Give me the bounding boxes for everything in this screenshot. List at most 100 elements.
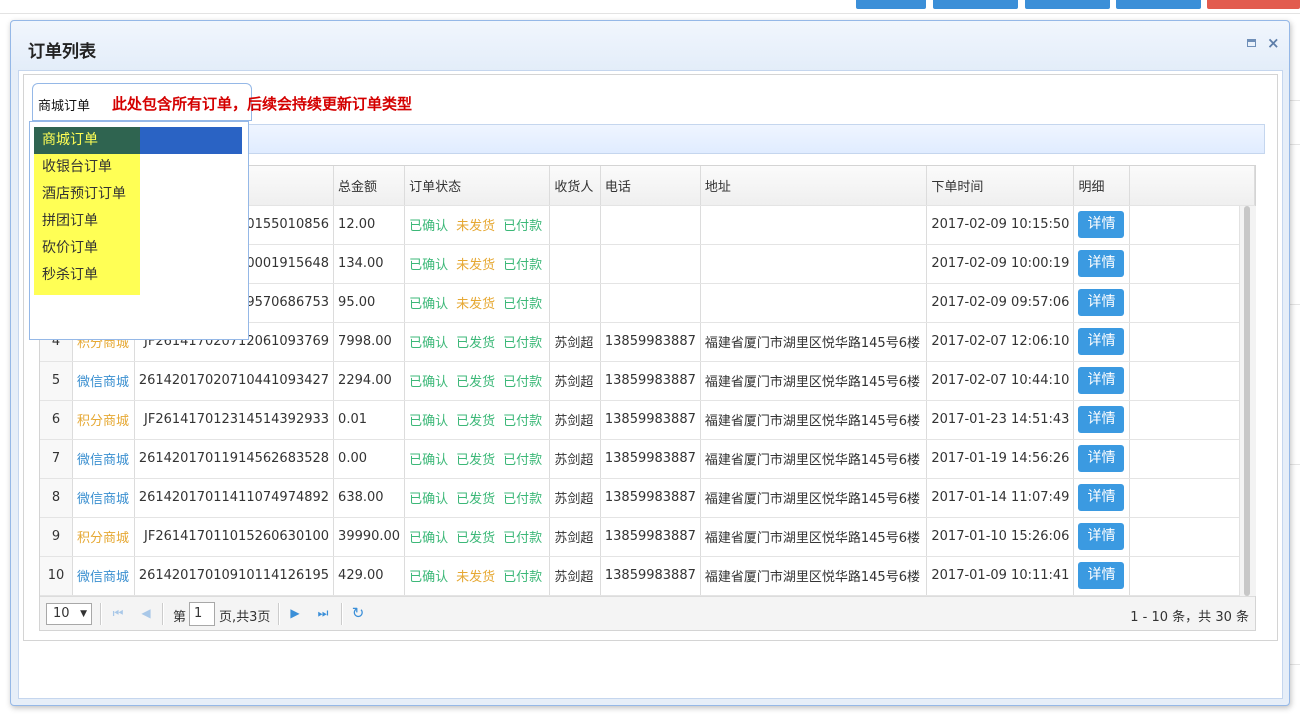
status-shipping: 未发货 <box>456 570 496 585</box>
dropdown-option[interactable]: 商城订单 <box>34 127 140 154</box>
filler-cell <box>1129 400 1255 440</box>
row-index: 7 <box>40 439 73 479</box>
detail-cell: 详情 <box>1073 244 1131 284</box>
background-button[interactable] <box>1207 0 1300 9</box>
order-amount: 0.01 <box>333 400 406 440</box>
table-row[interactable]: 6 积分商城 JF261417012314514392933 0.01 已确认 已发货 已付… <box>40 400 1255 440</box>
status-paid: 已付款 <box>503 453 543 468</box>
detail-button[interactable]: 详情 <box>1078 289 1125 316</box>
order-amount: 638.00 <box>333 478 406 518</box>
col-header-phone[interactable]: 电话 <box>600 166 701 206</box>
last-page-icon[interactable]: ⏭ <box>315 604 331 622</box>
detail-cell: 详情 <box>1073 361 1131 401</box>
receiver-phone <box>600 205 701 245</box>
order-number: 26142017010910114126195 <box>134 556 335 596</box>
dropdown-option[interactable]: 酒店预订订单 <box>34 181 140 208</box>
dropdown-option[interactable]: 收银台订单 <box>34 154 140 181</box>
dropdown-caret-icon: ▼ <box>80 609 87 619</box>
receiver-phone: 13859983887 <box>600 517 701 557</box>
detail-button[interactable]: 详情 <box>1078 406 1125 433</box>
detail-button[interactable]: 详情 <box>1078 250 1125 277</box>
status-confirmed: 已确认 <box>409 297 449 312</box>
receiver-name: 苏剑超 <box>549 400 601 440</box>
page-size-select[interactable]: 10 ▼ <box>46 603 92 625</box>
page-prefix-text: 第 <box>173 610 187 625</box>
order-number: 2614201702071044109342​7 <box>134 361 335 401</box>
col-header-time[interactable]: 下单时间 <box>926 166 1075 206</box>
detail-button[interactable]: 详情 <box>1078 328 1125 355</box>
detail-cell: 详情 <box>1073 400 1131 440</box>
page-suffix-text: 页,共3页 <box>219 610 271 625</box>
order-source: 微信商城 <box>72 556 135 596</box>
receiver-name: 苏剑超 <box>549 322 601 362</box>
page-number-input[interactable]: 1 <box>189 602 215 626</box>
receiver-address: 福建省厦门市湖里区悦华路145号6楼 <box>700 556 928 596</box>
detail-button[interactable]: 详情 <box>1078 211 1125 238</box>
receiver-phone: 13859983887 <box>600 322 701 362</box>
order-time: 2017-02-07 10:44:10 <box>926 361 1075 401</box>
pagination-bar: 10 ▼ ⏮ ◀ 第 1 页,共3页 ▶ ⏭ ↻ 1 - 10 条，共 30 条 <box>40 596 1255 630</box>
maximize-icon[interactable] <box>1247 37 1259 49</box>
detail-cell: 详情 <box>1073 322 1131 362</box>
status-paid: 已付款 <box>503 531 543 546</box>
table-row[interactable]: 9 积分商城 JF261417011015260630100 39990.00 已确认已… <box>40 517 1255 557</box>
filler-cell <box>1129 244 1255 284</box>
col-header-address[interactable]: 地址 <box>700 166 928 206</box>
status-confirmed: 已确认 <box>409 258 449 273</box>
row-index: 5 <box>40 361 73 401</box>
order-number: 26142017011914562683528 <box>134 439 335 479</box>
detail-button[interactable]: 详情 <box>1078 484 1125 511</box>
close-icon[interactable]: × <box>1267 36 1280 51</box>
detail-button[interactable]: 详情 <box>1078 523 1125 550</box>
order-status: 已确认 已发货 已付款 <box>404 439 551 479</box>
order-source: 微信商城 <box>72 361 135 401</box>
background-button[interactable] <box>1116 0 1201 9</box>
receiver-name: 苏剑超 <box>549 517 601 557</box>
background-button[interactable] <box>856 0 926 9</box>
vertical-scrollbar[interactable] <box>1239 206 1256 596</box>
scrollbar-thumb[interactable] <box>1244 206 1250 596</box>
detail-button[interactable]: 详情 <box>1078 367 1125 394</box>
status-shipping: 未发货 <box>456 219 496 234</box>
page-size-value: 10 <box>53 606 70 621</box>
receiver-address <box>700 283 928 323</box>
row-index: 8 <box>40 478 73 518</box>
table-row[interactable]: 7 微信商城 26142017011914562683528 0.00 已确认 已发货 已付… <box>40 439 1255 479</box>
pager-separator <box>278 603 280 625</box>
detail-button[interactable]: 详情 <box>1078 562 1125 589</box>
detail-button[interactable]: 详情 <box>1078 445 1125 472</box>
order-status: 已确认 未发货 已付款 <box>404 205 551 245</box>
filler-cell <box>1129 283 1255 323</box>
col-header-status[interactable]: 订单状态 <box>404 166 551 206</box>
table-row[interactable]: 8 微信商城 26142017011411074974892 638.00 已确认 已发货… <box>40 478 1255 518</box>
order-time: 2017-02-09 10:15:50 <box>926 205 1075 245</box>
table-row[interactable]: 10 微信商城 26142017010910114126195 429.00 已确认 未发… <box>40 556 1255 596</box>
order-amount: 7998.00 <box>333 322 406 362</box>
receiver-name: 苏剑超 <box>549 361 601 401</box>
window-header: 订单列表 × <box>11 21 1289 70</box>
status-paid: 已付款 <box>503 375 543 390</box>
background-button[interactable] <box>933 0 1018 9</box>
status-shipping: 已发货 <box>456 453 496 468</box>
status-paid: 已付款 <box>503 414 543 429</box>
receiver-address: 福建省厦门市湖里区悦华路145号6楼 <box>700 322 928 362</box>
dropdown-option[interactable]: 砍价订单 <box>34 235 140 262</box>
detail-cell: 详情 <box>1073 283 1131 323</box>
first-page-icon[interactable]: ⏮ <box>110 604 126 622</box>
status-shipping: 已发货 <box>456 336 496 351</box>
prev-page-icon[interactable]: ◀ <box>138 604 154 622</box>
order-time: 2017-02-09 09:57:06 <box>926 283 1075 323</box>
refresh-icon[interactable]: ↻ <box>350 604 366 622</box>
dropdown-option[interactable]: 拼团订单 <box>34 208 140 235</box>
col-header-receiver[interactable]: 收货人 <box>549 166 601 206</box>
next-page-icon[interactable]: ▶ <box>287 604 303 622</box>
status-shipping: 未发货 <box>456 297 496 312</box>
col-header-amount[interactable]: 总金额 <box>333 166 406 206</box>
order-status: 已确认 已发货 已付款 <box>404 517 551 557</box>
dropdown-option[interactable]: 秒杀订单 <box>34 262 140 295</box>
status-confirmed: 已确认 <box>409 531 449 546</box>
background-button[interactable] <box>1025 0 1110 9</box>
col-header-detail: 明细 <box>1073 166 1131 206</box>
status-confirmed: 已确认 <box>409 219 449 234</box>
table-row[interactable]: 5 微信商城 2614201702071044109342​7 2294.00 已确认已… <box>40 361 1255 401</box>
